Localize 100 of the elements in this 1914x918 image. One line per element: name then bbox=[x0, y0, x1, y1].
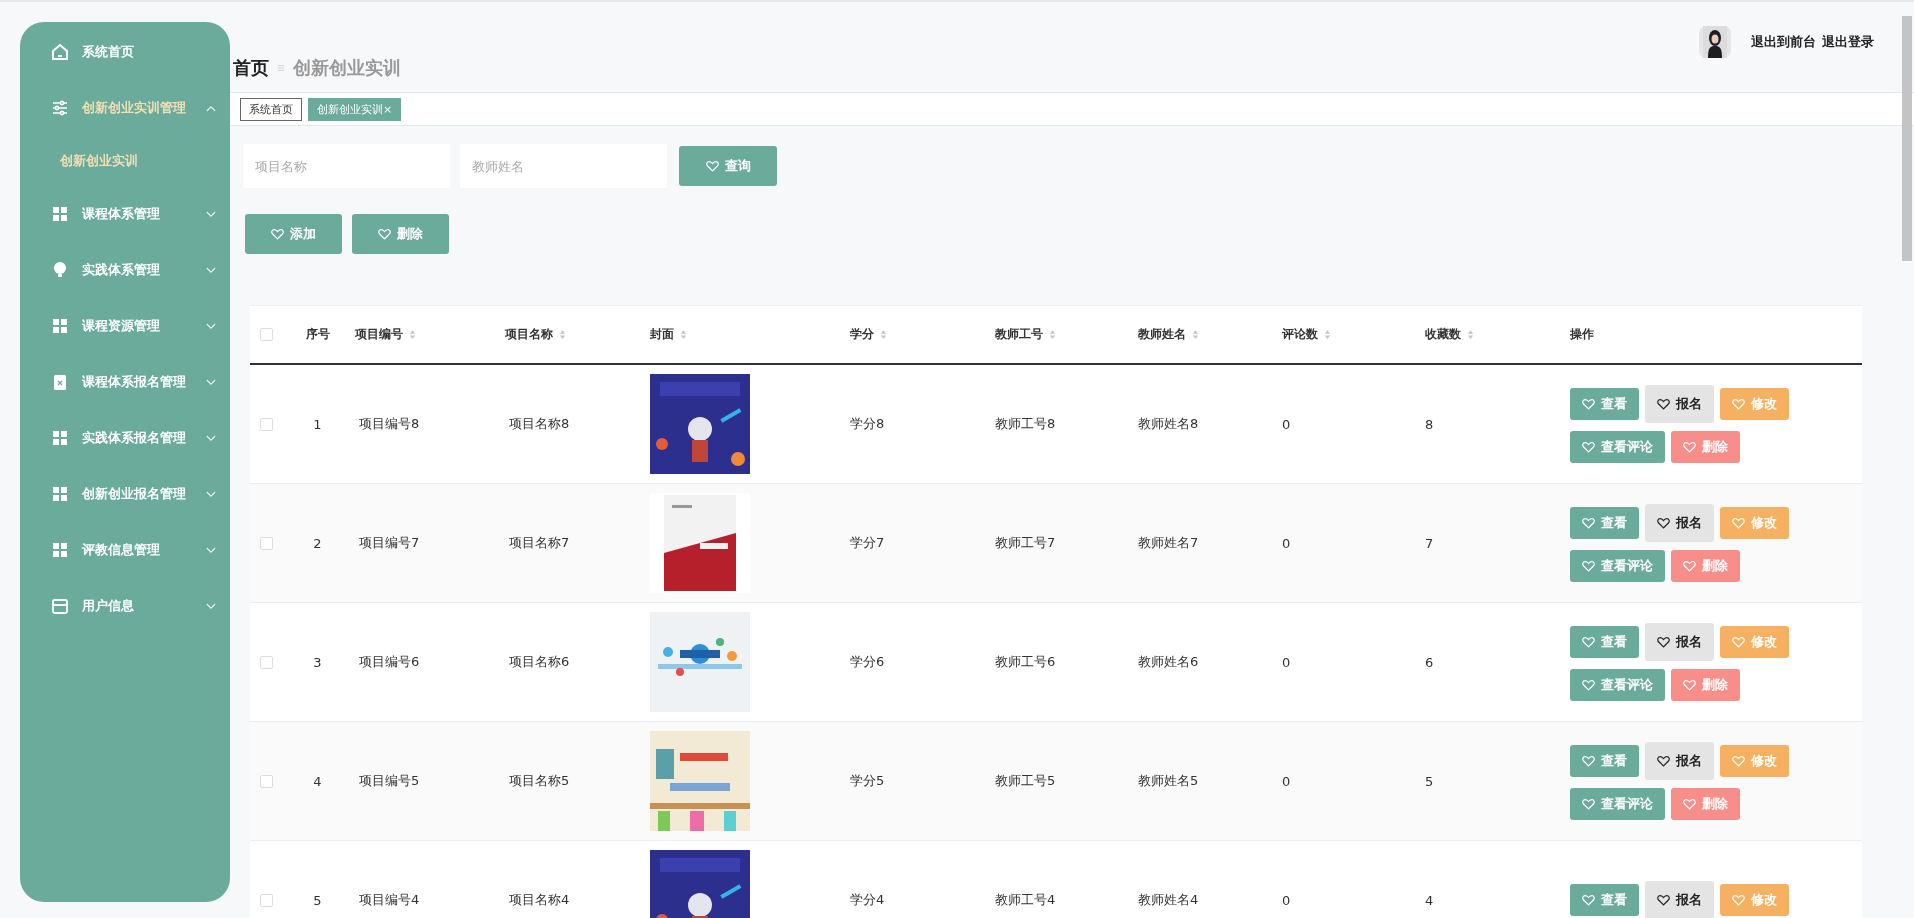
heart-icon bbox=[1732, 517, 1745, 529]
breadcrumb-home[interactable]: 首页 bbox=[233, 56, 269, 80]
action-button[interactable]: 查看评论 bbox=[1570, 431, 1665, 463]
sort-icon[interactable] bbox=[409, 329, 416, 340]
checkbox[interactable] bbox=[260, 417, 273, 431]
table-cell: 6 bbox=[1425, 654, 1434, 670]
checkbox[interactable] bbox=[260, 655, 273, 669]
table-cell: 8 bbox=[1425, 416, 1434, 432]
action-button[interactable]: 查看 bbox=[1570, 745, 1639, 777]
table-cell: 项目名称6 bbox=[509, 653, 570, 671]
table-cell: 教师姓名4 bbox=[1138, 891, 1199, 909]
menu-item[interactable]: 实践体系报名管理 bbox=[20, 410, 230, 466]
heart-icon bbox=[1657, 398, 1670, 410]
breadcrumb-current: 创新创业实训 bbox=[293, 56, 401, 80]
heart-icon bbox=[1683, 441, 1696, 453]
scrollbar[interactable] bbox=[1902, 16, 1912, 261]
home-icon bbox=[50, 42, 70, 62]
sort-icon[interactable] bbox=[1324, 329, 1331, 340]
table-cell: 学分8 bbox=[850, 415, 885, 433]
heart-icon bbox=[1582, 798, 1595, 810]
table-cell: 学分5 bbox=[850, 772, 885, 790]
action-button[interactable]: 报名 bbox=[1645, 623, 1714, 661]
tab[interactable]: 系统首页 bbox=[240, 97, 302, 121]
action-button[interactable]: 修改 bbox=[1720, 388, 1789, 420]
table-cell: 教师工号7 bbox=[995, 534, 1056, 552]
sort-icon[interactable] bbox=[1467, 329, 1474, 340]
action-button[interactable]: 修改 bbox=[1720, 626, 1789, 658]
heart-icon bbox=[1582, 755, 1595, 767]
column-header: 序号 bbox=[305, 326, 330, 343]
column-header: 评论数 bbox=[1282, 326, 1318, 343]
menu-item[interactable]: 实践体系管理 bbox=[20, 242, 230, 298]
heart-icon bbox=[1732, 755, 1745, 767]
menu-item[interactable]: 课程体系报名管理 bbox=[20, 354, 230, 410]
sort-icon[interactable] bbox=[1049, 329, 1056, 340]
action-button[interactable]: 报名 bbox=[1645, 385, 1714, 423]
table-cell: 教师工号8 bbox=[995, 415, 1056, 433]
action-button[interactable]: 查看 bbox=[1570, 626, 1639, 658]
checkbox[interactable] bbox=[260, 328, 273, 341]
table-cell: 教师姓名6 bbox=[1138, 653, 1199, 671]
table-cell: 学分6 bbox=[850, 653, 885, 671]
action-button[interactable]: 修改 bbox=[1720, 507, 1789, 539]
sort-icon[interactable] bbox=[559, 329, 566, 340]
sort-icon[interactable] bbox=[680, 329, 687, 340]
table-cell: 项目名称4 bbox=[509, 891, 570, 909]
menu-item[interactable]: 评教信息管理 bbox=[20, 522, 230, 578]
menu-item[interactable]: 创新创业实训管理 bbox=[20, 80, 230, 136]
column-header: 学分 bbox=[850, 326, 874, 343]
action-button[interactable]: 删除 bbox=[1671, 788, 1740, 820]
table-cell: 7 bbox=[1425, 535, 1434, 551]
checkbox[interactable] bbox=[260, 536, 273, 550]
search-field[interactable]: 项目名称 bbox=[243, 144, 450, 188]
action-button[interactable]: 查看评论 bbox=[1570, 550, 1665, 582]
action-button[interactable]: 报名 bbox=[1645, 742, 1714, 780]
heart-icon bbox=[1582, 517, 1595, 529]
action-button[interactable]: 修改 bbox=[1720, 745, 1789, 777]
column-header: 收藏数 bbox=[1425, 326, 1461, 343]
action-button[interactable]: 报名 bbox=[1645, 881, 1714, 918]
table-cell: 教师姓名5 bbox=[1138, 772, 1199, 790]
action-button[interactable]: 查看评论 bbox=[1570, 788, 1665, 820]
heart-icon bbox=[1732, 894, 1745, 906]
grid-icon bbox=[50, 428, 70, 448]
table-cell: 5 bbox=[1425, 773, 1434, 789]
heart-icon bbox=[1657, 636, 1670, 648]
submenu-item[interactable]: 创新创业实训 bbox=[20, 136, 230, 186]
table-cell: 0 bbox=[1282, 773, 1291, 789]
sort-icon[interactable] bbox=[1192, 329, 1199, 340]
search-button[interactable]: 查询 bbox=[679, 146, 777, 186]
tab[interactable]: 创新创业实训× bbox=[308, 97, 402, 121]
table-cell: 教师姓名7 bbox=[1138, 534, 1199, 552]
sliders-icon bbox=[50, 98, 70, 118]
menu-item[interactable]: 课程体系管理 bbox=[20, 186, 230, 242]
checkbox[interactable] bbox=[260, 893, 273, 907]
sort-icon[interactable] bbox=[880, 329, 887, 340]
action-button[interactable]: 修改 bbox=[1720, 884, 1789, 916]
menu-item[interactable]: 用户信息 bbox=[20, 578, 230, 634]
checkbox[interactable] bbox=[260, 774, 273, 788]
action-button[interactable]: 查看 bbox=[1570, 884, 1639, 916]
table-cell: 学分4 bbox=[850, 891, 885, 909]
table-cell: 0 bbox=[1282, 654, 1291, 670]
action-button[interactable]: 查看 bbox=[1570, 507, 1639, 539]
table-cell: 0 bbox=[1282, 535, 1291, 551]
header-link[interactable]: 退出登录 bbox=[1822, 33, 1874, 51]
action-button[interactable]: 删除 bbox=[1671, 431, 1740, 463]
heart-icon bbox=[1582, 894, 1595, 906]
action-button[interactable]: 查看 bbox=[1570, 388, 1639, 420]
action-button[interactable]: 删除 bbox=[1671, 669, 1740, 701]
delete-button[interactable]: 删除 bbox=[352, 214, 449, 254]
action-button[interactable]: 报名 bbox=[1645, 504, 1714, 542]
menu-item[interactable]: 课程资源管理 bbox=[20, 298, 230, 354]
menu-item[interactable]: 系统首页 bbox=[20, 24, 230, 80]
grid-icon bbox=[50, 540, 70, 560]
action-button[interactable]: 删除 bbox=[1671, 550, 1740, 582]
add-button[interactable]: 添加 bbox=[245, 214, 342, 254]
table-cell: 项目编号7 bbox=[359, 534, 420, 552]
header-link[interactable]: 退出到前台 bbox=[1751, 33, 1816, 51]
table-cell: 教师工号6 bbox=[995, 653, 1056, 671]
menu-item[interactable]: 创新创业报名管理 bbox=[20, 466, 230, 522]
action-button[interactable]: 查看评论 bbox=[1570, 669, 1665, 701]
column-header: 项目名称 bbox=[505, 326, 553, 343]
search-field[interactable]: 教师姓名 bbox=[460, 144, 667, 188]
